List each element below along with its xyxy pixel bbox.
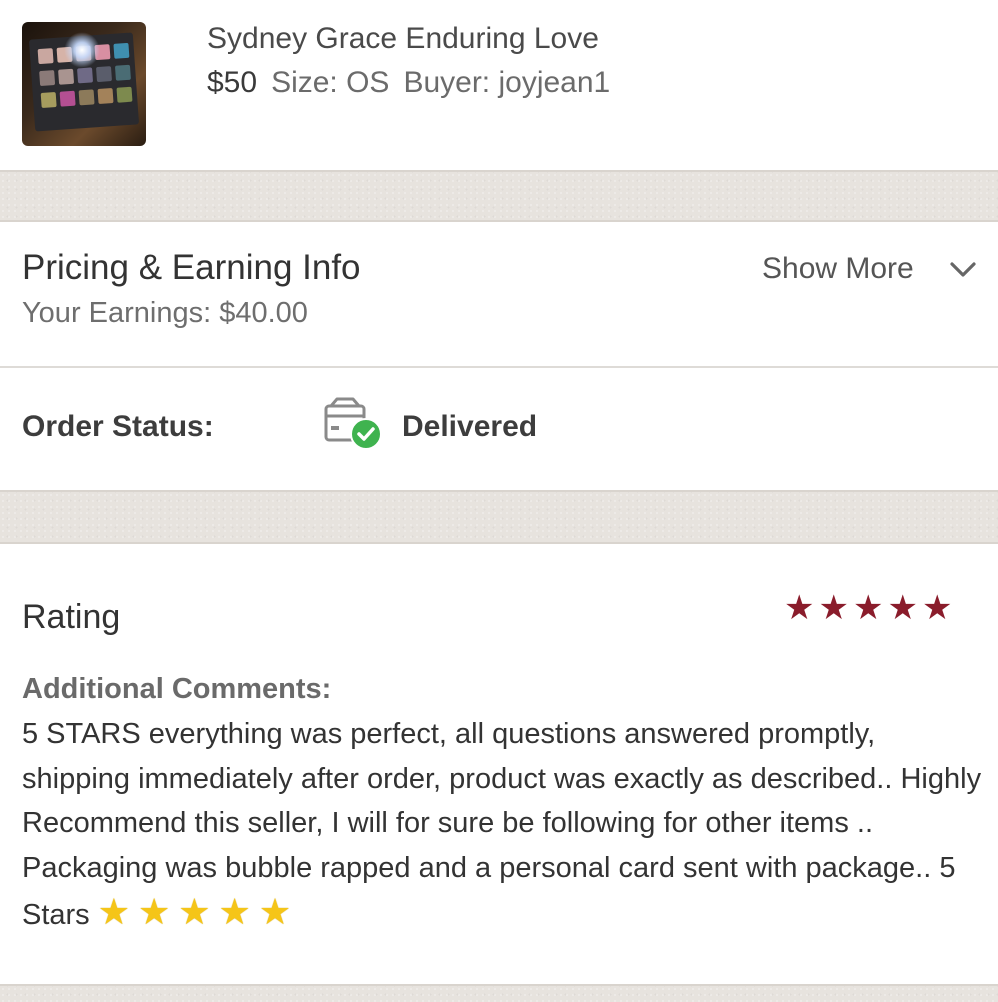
order-status-value: Delivered [402,410,538,443]
show-more-button[interactable]: Show More [762,252,914,286]
order-item-card[interactable]: Sydney Grace Enduring Love $50 Size: OS Bu… [0,0,998,170]
rating-title: Rating [22,598,121,636]
chevron-down-icon[interactable] [948,254,978,284]
order-status-label: Order Status: [22,410,214,443]
star-icon: ★ [921,589,953,627]
star-emoji-icon: ★ [218,891,251,932]
product-size: Size: OS [271,66,390,99]
product-price: $50 [207,66,258,99]
additional-comments-text: 5 STARS everything was perfect, all ques… [22,712,988,938]
star-icon: ★ [818,589,849,627]
earnings-text: Your Earnings: $40.00 [22,297,308,329]
star-emoji-icon: ★ [97,891,130,932]
star-icon: ★ [852,589,884,627]
product-thumbnail[interactable] [22,22,146,146]
pricing-card: Pricing & Earning Info Your Earnings: $4… [0,222,998,366]
section-separator [0,984,998,1002]
emoji-stars: ★ ★ ★ ★ ★ [90,891,291,932]
star-icon: ★ [784,589,815,627]
star-emoji-icon: ★ [178,891,211,932]
product-buyer[interactable]: Buyer: joyjean1 [403,66,610,99]
section-separator [0,490,998,544]
camera-flash-glare [64,32,100,68]
pricing-title: Pricing & Earning Info [22,248,361,287]
additional-comments-label: Additional Comments: [22,673,332,705]
rating-card: Rating ★ ★ ★ ★ ★ Additional Comments: 5 … [0,544,998,984]
product-title[interactable]: Sydney Grace Enduring Love [207,22,599,56]
star-icon: ★ [887,589,918,627]
section-separator [0,170,998,222]
package-delivered-icon [324,397,382,450]
order-status-row: Order Status: Delivered [0,368,998,490]
star-emoji-icon: ★ [137,891,171,932]
star-emoji-icon: ★ [258,891,292,932]
product-meta: $50 Size: OS Buyer: joyjean1 [207,66,610,100]
rating-stars: ★ ★ ★ ★ ★ [784,590,952,626]
